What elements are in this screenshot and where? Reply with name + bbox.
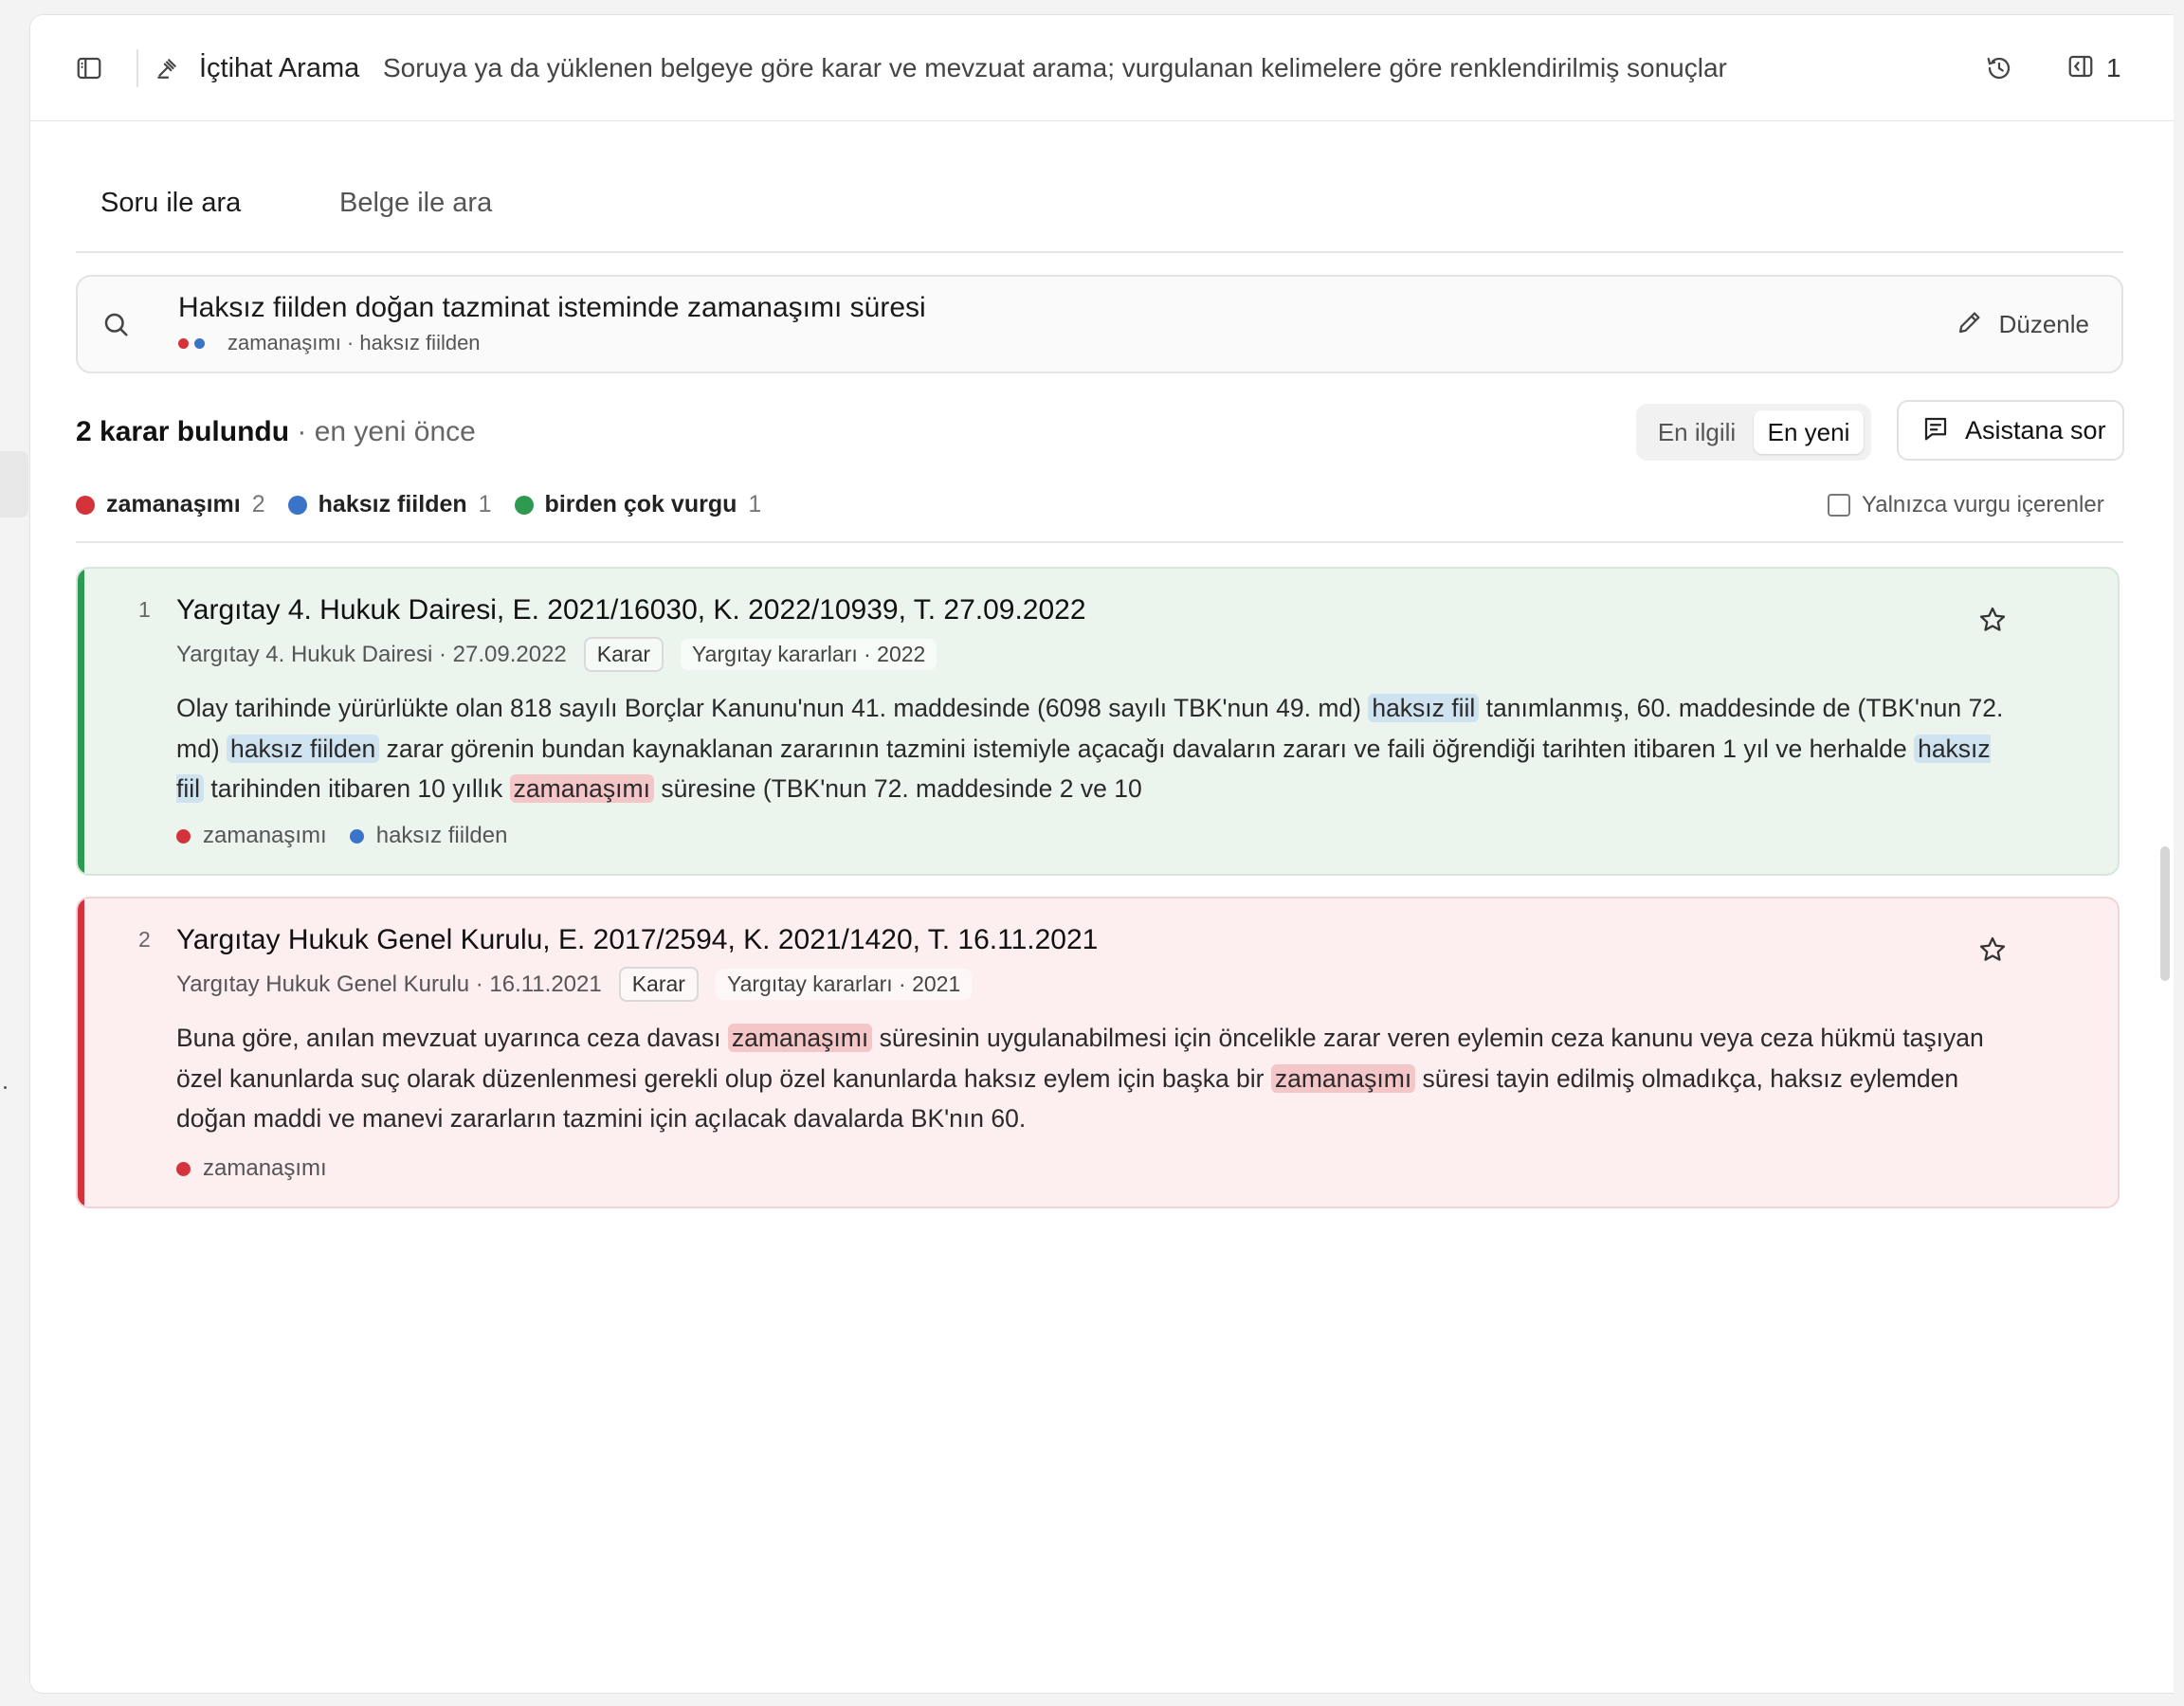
result-excerpt: Buna göre, anılan mevzuat uyarınca ceza … [176, 1018, 2025, 1139]
star-icon[interactable] [1974, 601, 2011, 639]
search-tags: zamanaşımı · haksız fiilden [178, 329, 481, 357]
highlighted-term: haksız fiil [1368, 694, 1480, 722]
result-number: 1 [138, 597, 151, 622]
app-subtitle: Soruya ya da yüklenen belgeye göre karar… [383, 53, 1727, 82]
legend-item-haksiz-fiilden[interactable]: haksız fiilden 1 [287, 491, 492, 518]
rail-dot [4, 1086, 7, 1089]
panel-icon [2066, 52, 2095, 85]
result-title[interactable]: Yargıtay Hukuk Genel Kurulu, E. 2017/259… [176, 923, 1098, 957]
legend-item-birden-cok-vurgu[interactable]: birden çok vurgu 1 [514, 491, 762, 518]
left-rail [0, 0, 29, 1706]
ask-assistant-button[interactable]: Asistana sor [1897, 400, 2124, 461]
legend-label: birden çok vurgu [544, 491, 737, 517]
panel-count: 1 [2106, 53, 2121, 82]
header-divider [136, 49, 138, 87]
result-tag-label: zamanaşımı [203, 1155, 327, 1181]
excerpt-text: Buna göre, anılan mevzuat uyarınca ceza … [176, 1024, 728, 1052]
star-icon[interactable] [1974, 931, 2011, 969]
result-tags: zamanaşımı haksız fiilden [176, 823, 530, 849]
result-collection-badge: Yargıtay kararları · 2022 [681, 639, 937, 670]
search-box[interactable]: Haksız fiilden doğan tazminat isteminde … [76, 275, 2123, 373]
highlighted-term: zamanaşımı [509, 774, 654, 803]
card-accent-bar [78, 569, 84, 874]
legend-dot [514, 495, 534, 515]
excerpt-text: tarihinden itibaren 10 yıllık [204, 774, 510, 803]
result-tag: zamanaşımı [176, 823, 327, 849]
highlighted-term: zamanaşımı [1270, 1063, 1416, 1093]
main-panel: İçtihat Arama Soruya ya da yüklenen belg… [29, 14, 2174, 1694]
rail-tab[interactable] [0, 451, 28, 517]
only-highlighted-checkbox[interactable] [1828, 494, 1850, 517]
result-collection-badge: Yargıtay kararları · 2021 [715, 969, 973, 1000]
tab-soru-ile-ara[interactable]: Soru ile ara [100, 186, 241, 220]
result-excerpt: Olay tarihinde yürürlükte olan 818 sayıl… [176, 688, 2025, 809]
result-meta-text: Yargıtay Hukuk Genel Kurulu · 16.11.2021 [176, 971, 602, 997]
result-meta: Yargıtay 4. Hukuk Dairesi · 27.09.2022 K… [176, 637, 937, 672]
chat-icon [1921, 414, 1950, 447]
sidebar-icon[interactable] [70, 49, 108, 87]
legend-dot [76, 495, 95, 515]
legend-divider [76, 541, 2123, 543]
result-card-1[interactable]: 1 Yargıtay 4. Hukuk Dairesi, E. 2021/160… [76, 567, 2120, 876]
pencil-icon [1956, 308, 1984, 341]
legend-count: 1 [748, 491, 762, 517]
result-tag-dot [176, 828, 191, 844]
edit-button[interactable]: Düzenle [1956, 305, 2089, 343]
legend-count: 1 [478, 491, 492, 517]
highlighted-term: zamanaşımı [727, 1024, 873, 1052]
legend-item-zamanasimi[interactable]: zamanaşımı 2 [76, 491, 265, 518]
result-tag-label: haksız fiilden [375, 823, 508, 848]
excerpt-text: zarar görenin bundan kaynaklanan zararın… [379, 734, 1915, 763]
scrollbar-thumb[interactable] [2160, 846, 2170, 981]
gavel-icon [150, 51, 184, 85]
result-tag: zamanaşımı [176, 1155, 327, 1182]
tab-belge-ile-ara[interactable]: Belge ile ara [339, 186, 492, 220]
edit-label: Düzenle [1998, 309, 2089, 338]
only-highlighted-label: Yalnızca vurgu içerenler [1862, 492, 2104, 517]
result-type-badge: Karar [583, 637, 664, 672]
result-number: 2 [138, 927, 151, 952]
result-tag: haksız fiilden [349, 823, 508, 849]
excerpt-text: Olay tarihinde yürürlükte olan 818 sayıl… [176, 694, 1369, 722]
card-accent-bar [78, 898, 84, 1207]
result-tag-dot [176, 1161, 191, 1176]
results-count: 2 karar bulundu · en yeni önce [76, 413, 476, 451]
result-meta-text: Yargıtay 4. Hukuk Dairesi · 27.09.2022 [176, 641, 567, 667]
search-mode-tabs: Soru ile ara Belge ile ara [76, 170, 2123, 253]
legend-label: haksız fiilden [318, 491, 467, 517]
results-order-text: · en yeni önce [289, 416, 476, 447]
highlight-legend: zamanaşımı 2 haksız fiilden 1 birden çok… [76, 491, 784, 518]
result-title[interactable]: Yargıtay 4. Hukuk Dairesi, E. 2021/16030… [176, 593, 1086, 627]
legend-label: zamanaşımı [106, 491, 241, 517]
ask-assistant-label: Asistana sor [1965, 415, 2106, 445]
tag-dot-red [178, 337, 189, 349]
top-bar: İçtihat Arama Soruya ya da yüklenen belg… [30, 15, 2174, 121]
result-tag-label: zamanaşımı [203, 823, 327, 848]
result-tags: zamanaşımı [176, 1155, 350, 1182]
result-tag-dot [349, 828, 364, 844]
result-type-badge: Karar [618, 967, 699, 1002]
result-card-2[interactable]: 2 Yargıtay Hukuk Genel Kurulu, E. 2017/2… [76, 897, 2120, 1208]
app-title: İçtihat Arama [199, 53, 360, 83]
history-icon[interactable] [1980, 49, 2018, 87]
result-meta: Yargıtay Hukuk Genel Kurulu · 16.11.2021… [176, 967, 973, 1002]
tag-dot-blue [194, 337, 205, 349]
search-tags-text: zamanaşımı · haksız fiilden [228, 331, 481, 354]
only-highlighted-filter[interactable]: Yalnızca vurgu içerenler [1828, 492, 2104, 518]
search-icon [97, 305, 135, 343]
results-count-text: 2 karar bulundu [76, 416, 290, 447]
legend-count: 2 [251, 491, 265, 517]
sort-toggle: En ilgili En yeni [1636, 404, 1871, 461]
sort-en-yeni[interactable]: En yeni [1754, 410, 1864, 454]
legend-dot [287, 495, 307, 515]
highlighted-term: haksız fiilden [227, 734, 380, 763]
excerpt-text: süresine (TBK'nun 72. maddesinde 2 ve 10 [653, 774, 1142, 803]
panel-toggle-button[interactable]: 1 [2066, 49, 2142, 87]
sort-en-ilgili[interactable]: En ilgili [1646, 410, 1748, 454]
search-query: Haksız fiilden doğan tazminat isteminde … [178, 292, 926, 323]
